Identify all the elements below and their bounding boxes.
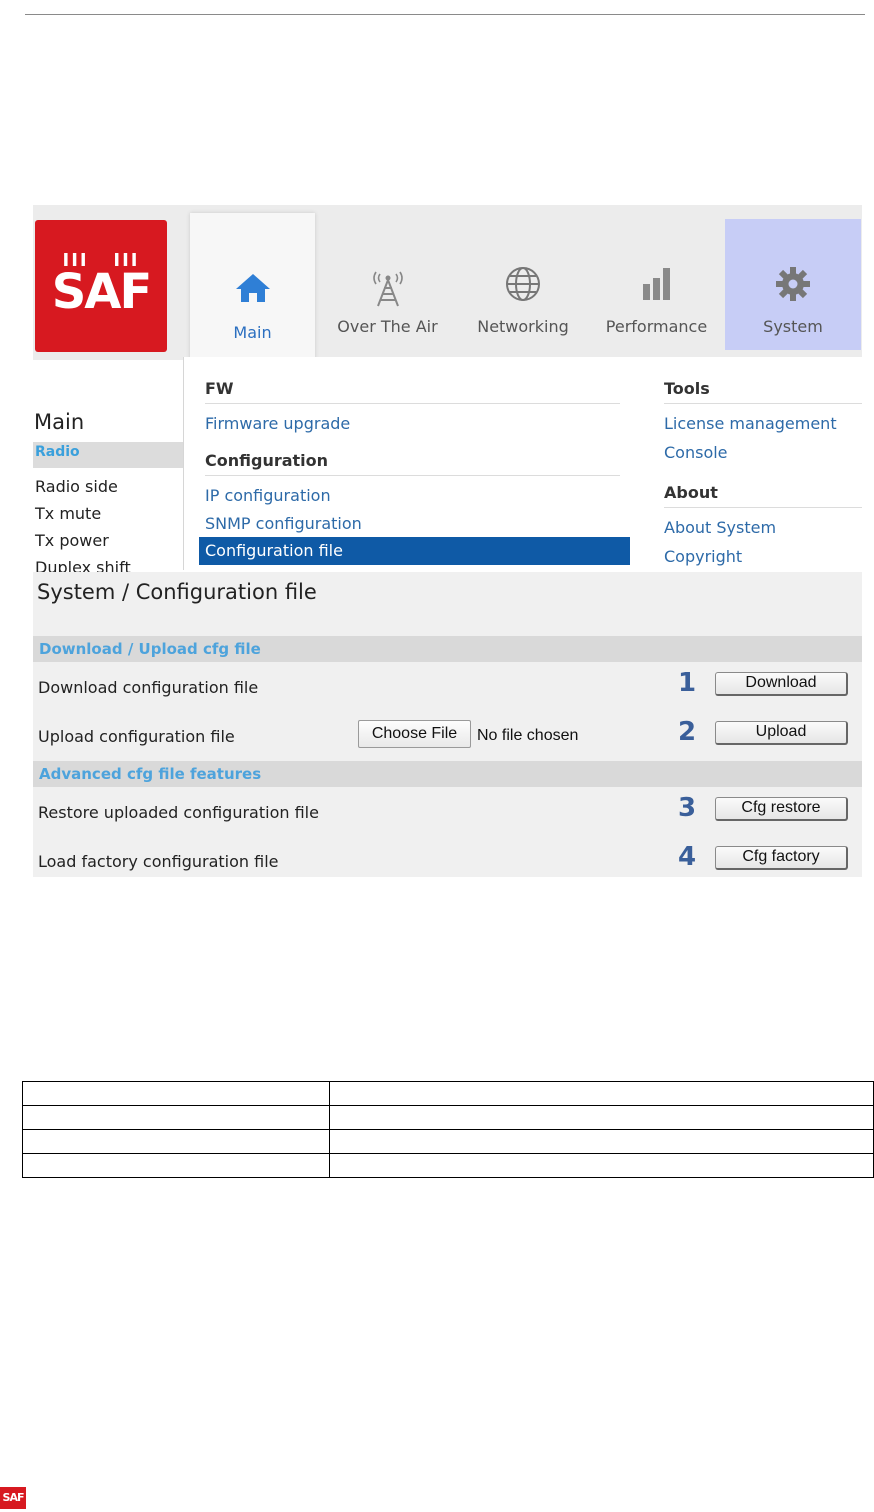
left-nav-item-radio[interactable]: Radio bbox=[33, 442, 183, 468]
menu-divider bbox=[664, 507, 862, 508]
menu-item-ip-configuration[interactable]: IP configuration bbox=[205, 486, 331, 505]
row-label-upload: Upload configuration file bbox=[38, 727, 235, 746]
tab-performance[interactable]: Performance bbox=[593, 219, 720, 350]
menu-item-copyright[interactable]: Copyright bbox=[664, 547, 742, 566]
menu-item-console[interactable]: Console bbox=[664, 443, 728, 462]
file-status-text: No file chosen bbox=[477, 727, 579, 744]
bar-chart-icon bbox=[593, 264, 720, 304]
table-row bbox=[22, 1153, 874, 1178]
cfg-factory-button[interactable]: Cfg factory bbox=[715, 846, 848, 870]
menu-item-license-management[interactable]: License management bbox=[664, 414, 837, 433]
callout-number: 4 bbox=[678, 842, 697, 872]
logo-text: SAF bbox=[51, 264, 153, 320]
table-cell bbox=[22, 1081, 330, 1106]
table-cell bbox=[329, 1081, 874, 1106]
top-rule bbox=[25, 14, 865, 15]
menu-item-snmp-configuration[interactable]: SNMP configuration bbox=[205, 514, 362, 533]
page-title: System / Configuration file bbox=[37, 580, 317, 604]
left-nav-item[interactable]: Tx mute bbox=[35, 504, 101, 523]
menu-heading-about: About bbox=[664, 483, 718, 502]
menu-item-firmware-upgrade[interactable]: Firmware upgrade bbox=[205, 414, 350, 433]
tab-main[interactable]: Main bbox=[190, 213, 315, 363]
row-label-download: Download configuration file bbox=[38, 678, 259, 697]
table-cell bbox=[22, 1153, 330, 1178]
tab-over-the-air-label: Over The Air bbox=[337, 317, 438, 336]
tab-networking[interactable]: Networking bbox=[463, 219, 583, 350]
saf-logo: III III SAF bbox=[35, 220, 167, 352]
table-row bbox=[22, 1105, 874, 1130]
left-nav-title: Main bbox=[34, 410, 85, 434]
antenna-icon bbox=[325, 264, 450, 307]
menu-heading-configuration: Configuration bbox=[205, 451, 329, 470]
tab-networking-label: Networking bbox=[477, 317, 569, 336]
table-row bbox=[22, 1129, 874, 1154]
content-panel: System / Configuration file Download / U… bbox=[33, 572, 862, 877]
callout-number: 3 bbox=[678, 793, 697, 823]
section-header-download-upload: Download / Upload cfg file bbox=[33, 636, 862, 662]
tab-system[interactable]: System bbox=[725, 219, 861, 350]
cfg-restore-button[interactable]: Cfg restore bbox=[715, 797, 848, 821]
top-navigation-bar: III III SAF Main Over The Air Networking… bbox=[33, 205, 862, 363]
table-cell bbox=[329, 1105, 874, 1130]
choose-file-button[interactable]: Choose File bbox=[358, 720, 471, 748]
globe-icon bbox=[463, 264, 583, 304]
left-nav-item[interactable]: Tx power bbox=[35, 531, 109, 550]
menu-item-about-system[interactable]: About System bbox=[664, 518, 776, 537]
tab-performance-label: Performance bbox=[605, 317, 708, 336]
table-cell bbox=[329, 1153, 874, 1178]
menu-heading-fw: FW bbox=[205, 379, 234, 398]
section-header-advanced: Advanced cfg file features bbox=[33, 761, 862, 787]
callout-number: 1 bbox=[678, 668, 697, 698]
home-icon bbox=[190, 271, 315, 311]
row-label-restore: Restore uploaded configuration file bbox=[38, 803, 319, 822]
download-button[interactable]: Download bbox=[715, 672, 848, 696]
left-nav-item[interactable]: Radio side bbox=[35, 477, 118, 496]
table-cell bbox=[329, 1129, 874, 1154]
table-row bbox=[22, 1081, 874, 1106]
tab-over-the-air[interactable]: Over The Air bbox=[325, 219, 450, 350]
system-dropdown-menu: FW Firmware upgrade Configuration IP con… bbox=[183, 357, 862, 570]
menu-divider bbox=[205, 403, 620, 404]
menu-item-configuration-file[interactable]: Configuration file bbox=[199, 537, 630, 565]
table-cell bbox=[22, 1105, 330, 1130]
tab-main-label: Main bbox=[233, 323, 272, 342]
callout-number: 2 bbox=[678, 717, 697, 747]
empty-table bbox=[22, 1081, 874, 1178]
menu-divider bbox=[205, 475, 620, 476]
gear-icon bbox=[725, 264, 861, 304]
menu-divider bbox=[664, 403, 862, 404]
left-navigation: Main Radio Radio side Tx mute Tx power D… bbox=[33, 360, 183, 577]
upload-button[interactable]: Upload bbox=[715, 721, 848, 745]
tab-system-label: System bbox=[763, 317, 823, 336]
row-label-factory: Load factory configuration file bbox=[38, 852, 279, 871]
table-cell bbox=[22, 1129, 330, 1154]
screenshot-frame: III III SAF Main Over The Air Networking… bbox=[33, 205, 862, 877]
footer-saf-logo: SAF bbox=[0, 1487, 26, 1509]
menu-heading-tools: Tools bbox=[664, 379, 710, 398]
